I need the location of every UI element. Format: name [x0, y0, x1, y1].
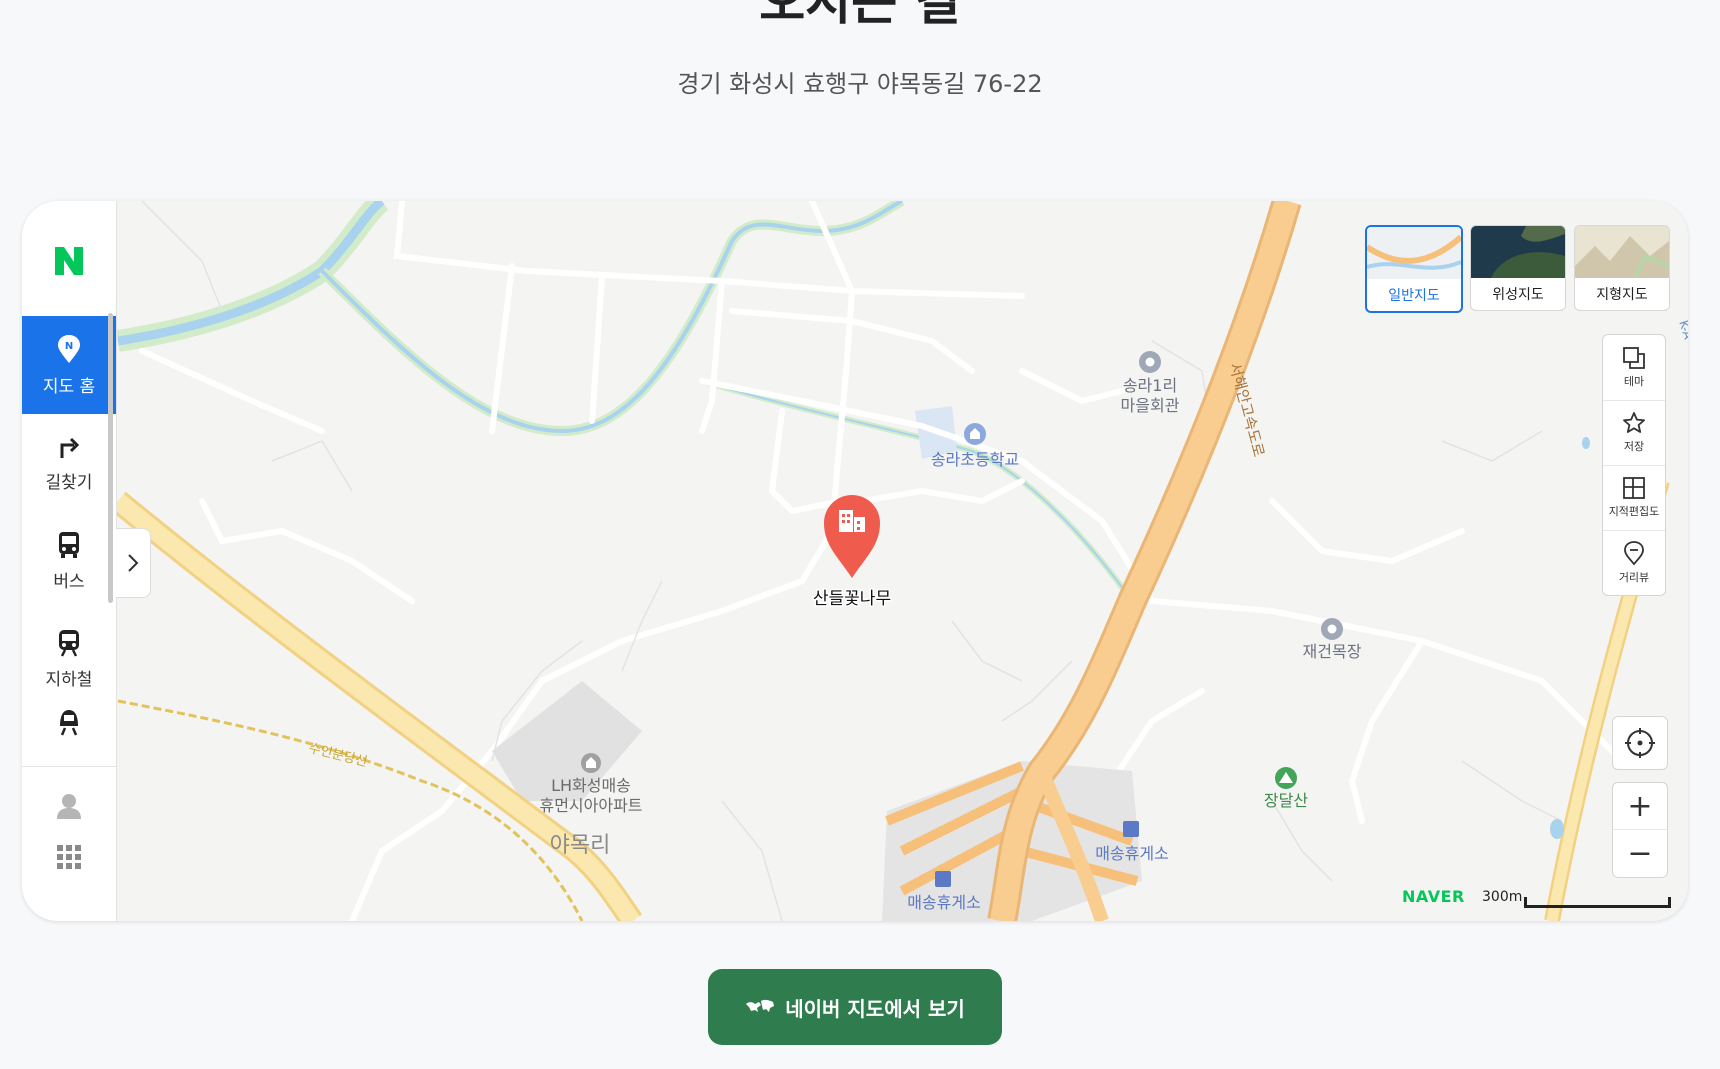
save-label: 저장	[1623, 440, 1645, 453]
nav-train[interactable]	[22, 708, 116, 766]
chevron-right-icon	[128, 554, 139, 572]
crosshair-icon	[1625, 728, 1655, 758]
scale-label: 300m	[1482, 889, 1523, 905]
farm-label: 재건목장	[1303, 642, 1362, 661]
cadastral-icon	[1623, 477, 1645, 499]
village-label: 야목리	[550, 833, 611, 858]
train-icon	[60, 710, 78, 736]
nav-map-home[interactable]: N 지도 홈	[22, 316, 116, 414]
school-label: 송라초등학교	[931, 450, 1019, 469]
zoom-out-button[interactable]: −	[1613, 830, 1667, 876]
subway-icon	[59, 629, 79, 657]
svg-text:N: N	[65, 341, 73, 352]
mountain-label: 장달산	[1264, 791, 1308, 810]
page-title: 오시는 길	[759, 0, 961, 31]
map-type-normal[interactable]: 일반지도	[1365, 225, 1463, 313]
user-icon	[57, 794, 81, 819]
zoom-control: + −	[1612, 782, 1668, 878]
target-label: 산들꽃나무	[813, 589, 891, 609]
world-map-icon	[746, 999, 775, 1012]
turn-right-arrow-icon	[60, 437, 80, 458]
cadastral-map-button[interactable]: 지적편집도	[1603, 465, 1665, 531]
satellite-map-thumbnail	[1471, 226, 1565, 278]
open-in-naver-map-button[interactable]: 네이버 지도에서 보기	[708, 969, 1002, 1045]
street-view-button[interactable]: 거리뷰	[1603, 530, 1665, 595]
zoom-in-button[interactable]: +	[1613, 783, 1667, 830]
nav-subway[interactable]: 지하철	[22, 610, 116, 708]
scale-bar	[1524, 897, 1671, 908]
save-button[interactable]: 저장	[1603, 400, 1665, 466]
nav-directions[interactable]: 길찾기	[22, 414, 116, 512]
map-tools-panel: 테마 저장 지적편집도 거리뷰	[1602, 334, 1666, 596]
terrain-map-thumbnail	[1575, 226, 1669, 278]
rest-area-label-1: 매송휴게소	[1095, 844, 1169, 863]
hall-label-2: 마을회관	[1121, 396, 1180, 415]
address-text: 경기 화성시 효행구 야목동길 76-22	[677, 70, 1043, 98]
normal-map-thumbnail	[1367, 227, 1461, 279]
map-sidebar: N 지도 홈 길찾기 버스 지하철	[22, 201, 117, 921]
apartment-label-1: LH화성매송	[551, 776, 631, 795]
my-account-button[interactable]	[22, 786, 116, 826]
cta-label: 네이버 지도에서 보기	[785, 996, 965, 1021]
map-type-terrain-label: 지형지도	[1596, 287, 1648, 303]
map-pin-icon: N	[58, 334, 80, 363]
street-view-icon	[1624, 541, 1644, 566]
apartment-label-2: 휴먼시아아파트	[539, 796, 642, 815]
nav-label-subway: 지하철	[45, 669, 93, 690]
rest-area-label-2: 매송휴게소	[907, 893, 981, 912]
street-view-label: 거리뷰	[1618, 571, 1650, 584]
map-embed[interactable]: 송라초등학교 송라1리 마을회관 재건목장 장달산 LH화성매송 휴먼시아아파트…	[22, 201, 1688, 921]
theme-button[interactable]: 테마	[1603, 335, 1665, 401]
map-type-normal-label: 일반지도	[1388, 288, 1440, 304]
current-location-button[interactable]	[1612, 716, 1668, 770]
theme-label: 테마	[1623, 375, 1645, 388]
sidebar-divider	[22, 766, 116, 767]
star-icon	[1623, 412, 1645, 433]
nav-label-map-home: 지도 홈	[42, 376, 96, 397]
sidebar-scrollbar[interactable]	[108, 313, 113, 603]
expand-panel-button[interactable]	[116, 528, 151, 598]
naver-attribution[interactable]: NAVER	[1402, 887, 1465, 906]
grid-icon	[57, 845, 81, 869]
naver-logo[interactable]	[22, 229, 116, 293]
bus-icon	[59, 531, 79, 558]
map-type-satellite-label: 위성지도	[1492, 287, 1544, 303]
all-services-button[interactable]	[22, 837, 116, 877]
naver-n-icon	[55, 247, 83, 275]
nav-label-directions: 길찾기	[45, 472, 93, 493]
map-type-satellite[interactable]: 위성지도	[1470, 225, 1566, 311]
cadastral-label: 지적편집도	[1608, 505, 1660, 518]
hall-label-1: 송라1리	[1123, 376, 1177, 395]
nav-bus[interactable]: 버스	[22, 512, 116, 610]
map-type-terrain[interactable]: 지형지도	[1574, 225, 1670, 311]
layers-icon	[1623, 347, 1645, 369]
nav-label-bus: 버스	[53, 571, 85, 592]
